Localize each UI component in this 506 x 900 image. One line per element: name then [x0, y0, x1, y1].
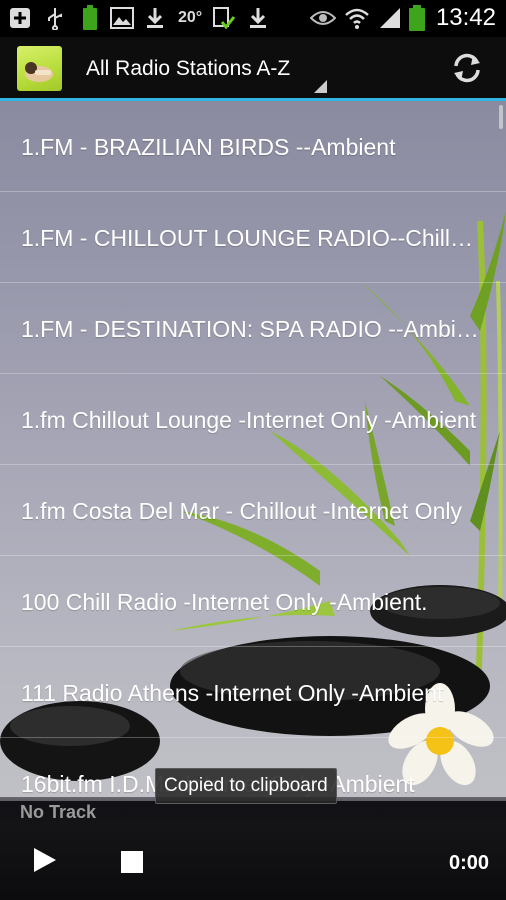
station-list: 1.FM - BRAZILIAN BIRDS --Ambient 1.FM - …: [0, 101, 506, 829]
list-item[interactable]: 100 Chill Radio -Internet Only -Ambient.: [0, 556, 506, 647]
station-name: 111 Radio Athens -Internet Only -Ambient: [21, 680, 444, 706]
eye-icon: [310, 6, 336, 30]
toast-message: Copied to clipboard: [155, 768, 337, 804]
wifi-icon: [344, 6, 370, 30]
temperature-text: 20°: [178, 9, 203, 26]
station-name: 1.FM - CHILLOUT LOUNGE RADIO--Chillout: [21, 225, 481, 251]
image-icon: [110, 6, 134, 30]
download-icon: [145, 6, 165, 30]
stop-button[interactable]: [121, 851, 143, 873]
play-button[interactable]: [34, 848, 56, 872]
station-name: 100 Chill Radio -Internet Only -Ambient.: [21, 589, 428, 615]
station-name: 1.fm Chillout Lounge -Internet Only -Amb…: [21, 407, 477, 433]
list-item[interactable]: 1.FM - CHILLOUT LOUNGE RADIO--Chillout: [0, 192, 506, 283]
scrollbar[interactable]: [499, 105, 503, 129]
station-name: 1.FM - BRAZILIAN BIRDS --Ambient: [21, 134, 396, 160]
app-logo-icon[interactable]: [17, 46, 62, 91]
battery-small-icon: [80, 5, 100, 30]
add-icon: [8, 6, 32, 30]
list-item[interactable]: 111 Radio Athens -Internet Only -Ambient: [0, 647, 506, 738]
status-bar: 20° 13:42: [0, 0, 506, 37]
station-name: 1.fm Costa Del Mar - Chillout -Internet …: [21, 498, 462, 524]
spinner-indicator-icon[interactable]: [314, 80, 327, 93]
list-item[interactable]: 1.FM - DESTINATION: SPA RADIO --Ambient: [0, 283, 506, 374]
download-icon: [248, 6, 268, 30]
battery-icon: [408, 5, 426, 31]
check-file-icon: [212, 6, 236, 30]
list-item[interactable]: 1.FM - BRAZILIAN BIRDS --Ambient: [0, 101, 506, 192]
clock: 13:42: [435, 4, 496, 31]
temperature-icon: 20°: [178, 6, 202, 30]
station-name: 1.FM - DESTINATION: SPA RADIO --Ambient: [21, 316, 481, 342]
list-item[interactable]: 1.fm Chillout Lounge -Internet Only -Amb…: [0, 374, 506, 465]
playback-time: 0:00: [448, 852, 489, 874]
track-title: No Track: [20, 802, 97, 822]
usb-icon: [44, 6, 66, 30]
page-title[interactable]: All Radio Stations A-Z: [86, 57, 290, 81]
signal-icon: [378, 6, 402, 30]
refresh-icon[interactable]: [449, 50, 485, 86]
list-item[interactable]: 1.fm Costa Del Mar - Chillout -Internet …: [0, 465, 506, 556]
